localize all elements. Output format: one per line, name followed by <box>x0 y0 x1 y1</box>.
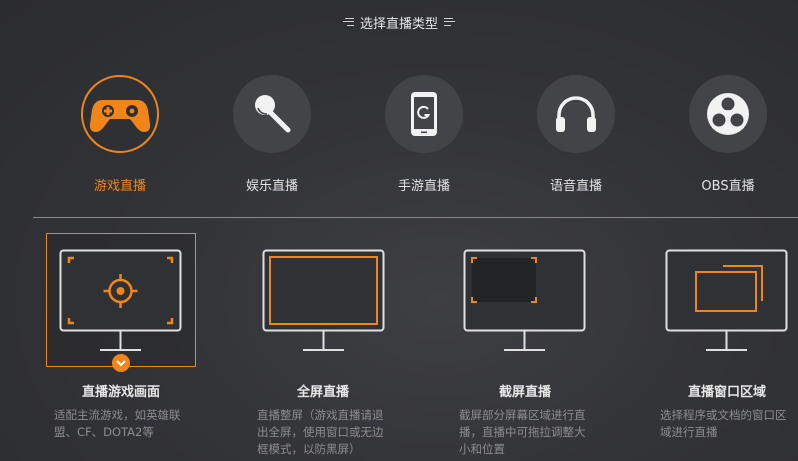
mode-window-capture[interactable]: 直播窗口区域 选择程序或文档的窗口区 域进行直播 <box>652 233 798 461</box>
selected-check-icon <box>112 354 130 372</box>
live-type-voice[interactable]: 语音直播 <box>516 75 636 195</box>
mobile-phone-icon <box>385 75 463 153</box>
crosshair-monitor-icon <box>59 249 182 351</box>
mode-description: 直播整屏（游戏直播请退 出全屏，使用窗口或无边 框模式，以防黑屏） <box>257 408 384 456</box>
region-monitor-icon <box>463 249 586 351</box>
mode-game-capture[interactable]: 直播游戏画面 适配主流游戏，如英雄联 盟、CF、DOTA2等 <box>46 233 216 461</box>
live-type-label: 游戏直播 <box>93 179 146 194</box>
menu-lines-icon <box>342 17 354 27</box>
live-type-label: 手游直播 <box>397 179 450 194</box>
mode-name: 直播游戏画面 <box>81 385 160 400</box>
mode-name: 直播窗口区域 <box>687 385 766 400</box>
mode-description: 适配主流游戏，如英雄联 盟、CF、DOTA2等 <box>54 408 181 439</box>
section-title: 选择直播类型 <box>0 12 798 32</box>
section-title-text: 选择直播类型 <box>359 16 438 32</box>
live-type-mobile-game[interactable]: 手游直播 <box>364 75 484 195</box>
menu-lines-icon <box>444 17 455 27</box>
mode-description: 截屏部分屏幕区域进行直 播，直播中可拖拉调整大 小和位置 <box>459 408 586 456</box>
microphone-icon <box>233 75 311 153</box>
mode-fullscreen[interactable]: 全屏直播 直播整屏（游戏直播请退 出全屏，使用窗口或无边 框模式，以防黑屏） <box>248 233 418 461</box>
headphones-icon <box>537 75 615 153</box>
gamepad-icon <box>81 75 159 153</box>
live-type-label: 娱乐直播 <box>245 179 298 194</box>
mode-name: 截屏直播 <box>498 385 551 400</box>
live-type-obs[interactable]: OBS直播 <box>668 75 788 195</box>
window-monitor-icon <box>665 249 788 351</box>
mode-name: 全屏直播 <box>296 385 349 400</box>
mode-description: 选择程序或文档的窗口区 域进行直播 <box>660 408 787 439</box>
live-type-label: OBS直播 <box>701 179 755 194</box>
live-type-label: 语音直播 <box>549 179 602 194</box>
section-divider <box>33 217 798 218</box>
obs-logo-icon <box>689 75 767 153</box>
mode-region-capture[interactable]: 截屏直播 截屏部分屏幕区域进行直 播，直播中可拖拉调整大 小和位置 <box>450 233 620 461</box>
fullscreen-monitor-icon <box>262 249 385 351</box>
live-type-game[interactable]: 游戏直播 <box>60 75 180 195</box>
live-type-entertainment[interactable]: 娱乐直播 <box>212 75 332 195</box>
